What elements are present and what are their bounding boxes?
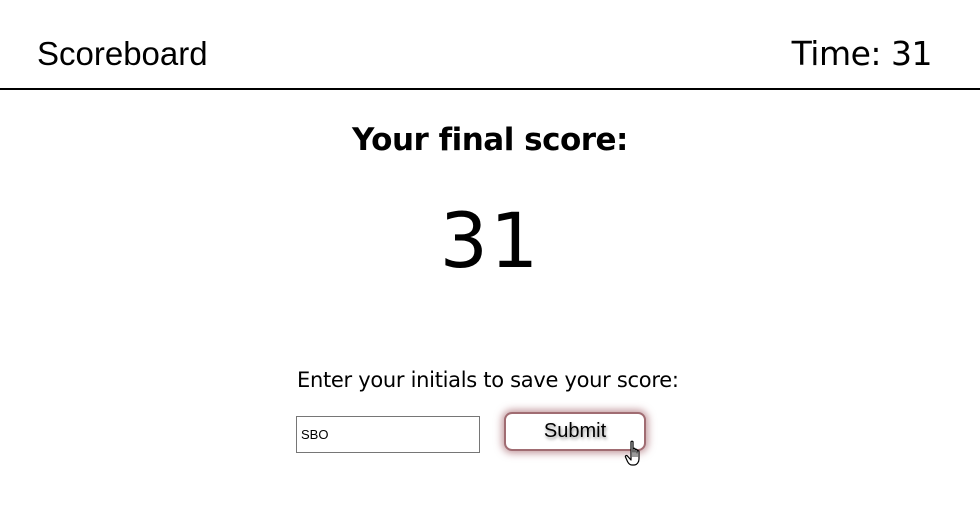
timer-display: Time: 31 [791,34,933,73]
initials-prompt: Enter your initials to save your score: [297,368,679,392]
final-score-heading: Your final score: [352,122,628,158]
hand-pointer-icon [624,440,640,466]
initials-input[interactable] [296,416,480,453]
final-score-value: 31 [439,196,541,285]
scoreboard-link[interactable]: Scoreboard [37,34,208,74]
header-bar: Scoreboard Time: 31 [0,0,980,90]
